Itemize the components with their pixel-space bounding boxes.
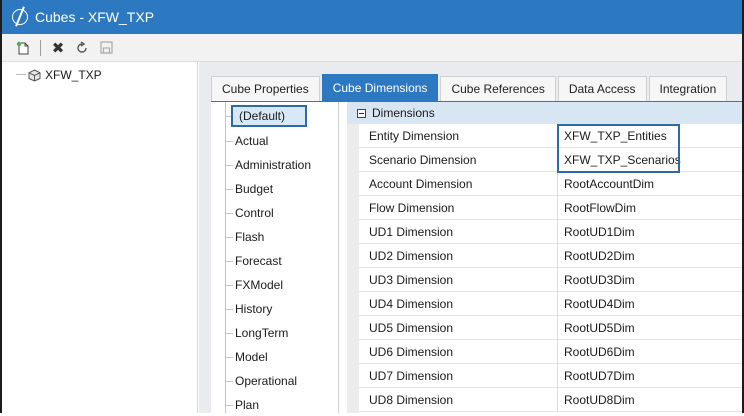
- save-icon[interactable]: [97, 39, 115, 57]
- table-row[interactable]: Flow Dimension RootFlowDim: [359, 196, 742, 220]
- dimension-value[interactable]: RootUD5Dim: [558, 316, 635, 339]
- scenario-tick: [225, 141, 233, 142]
- refresh-icon[interactable]: [73, 39, 91, 57]
- scenario-item[interactable]: History: [235, 298, 272, 320]
- main-panel: Cube Properties Cube Dimensions Cube Ref…: [199, 62, 742, 413]
- tab-data-access[interactable]: Data Access: [557, 76, 647, 101]
- scenario-item[interactable]: Budget: [235, 178, 273, 200]
- toolbar-separator: [40, 39, 41, 56]
- scenario-tick: [225, 285, 233, 286]
- dimension-name: Account Dimension: [359, 172, 558, 195]
- scenario-tick: [225, 309, 233, 310]
- tab-cube-dimensions[interactable]: Cube Dimensions: [321, 74, 439, 101]
- table-row[interactable]: UD3 Dimension RootUD3Dim: [359, 268, 742, 292]
- scenario-item[interactable]: LongTerm: [235, 322, 288, 344]
- scenario-item[interactable]: Operational: [235, 370, 297, 392]
- table-row[interactable]: Entity Dimension XFW_TXP_Entities: [359, 124, 742, 148]
- dimension-value[interactable]: RootUD1Dim: [558, 220, 635, 243]
- scenario-tick: [225, 381, 233, 382]
- dimension-value[interactable]: RootUD8Dim: [558, 388, 635, 411]
- dimension-name: Entity Dimension: [359, 124, 558, 147]
- tab-cube-references[interactable]: Cube References: [440, 76, 556, 101]
- cube-tree: XFW_TXP: [2, 62, 198, 413]
- app-logo-icon: [12, 9, 28, 25]
- table-row[interactable]: UD6 Dimension RootUD6Dim: [359, 340, 742, 364]
- scenario-item[interactable]: Administration: [235, 154, 311, 176]
- tree-node-label: XFW_TXP: [45, 68, 102, 82]
- scenario-item[interactable]: Control: [235, 202, 274, 224]
- tree-node-cube[interactable]: XFW_TXP: [28, 66, 102, 84]
- dimension-name: UD5 Dimension: [359, 316, 558, 339]
- scenario-tick: [225, 165, 233, 166]
- scenario-item[interactable]: Flash: [235, 226, 264, 248]
- dimension-value[interactable]: XFW_TXP_Entities: [558, 124, 667, 147]
- table-row[interactable]: UD1 Dimension RootUD1Dim: [359, 220, 742, 244]
- dimension-name: UD2 Dimension: [359, 244, 558, 267]
- dimension-name: UD7 Dimension: [359, 364, 558, 387]
- grid-indent-strip: [347, 124, 359, 413]
- grid-group-header[interactable]: Dimensions: [347, 102, 742, 124]
- scenario-tree-line: [225, 102, 226, 413]
- dimension-value[interactable]: RootUD6Dim: [558, 340, 635, 363]
- scenario-item[interactable]: FXModel: [235, 274, 283, 296]
- tab-content: (Default) Actual Administration Budget C…: [211, 101, 742, 413]
- dimension-name: UD8 Dimension: [359, 388, 558, 411]
- tab-cube-properties[interactable]: Cube Properties: [211, 76, 320, 101]
- cubes-window: Cubes - XFW_TXP ✖ XFW_TXP Cube Propertie…: [0, 0, 744, 413]
- table-row[interactable]: UD8 Dimension RootUD8Dim: [359, 388, 742, 412]
- dimension-value[interactable]: XFW_TXP_Scenarios: [558, 148, 681, 171]
- scenario-item[interactable]: Model: [235, 346, 268, 368]
- tab-bar: Cube Properties Cube Dimensions Cube Ref…: [211, 74, 729, 101]
- scenario-item[interactable]: Actual: [235, 130, 268, 152]
- dimension-name: Flow Dimension: [359, 196, 558, 219]
- table-row[interactable]: UD2 Dimension RootUD2Dim: [359, 244, 742, 268]
- group-label: Dimensions: [372, 106, 435, 120]
- table-row[interactable]: UD4 Dimension RootUD4Dim: [359, 292, 742, 316]
- dimension-value[interactable]: RootFlowDim: [558, 196, 636, 219]
- delete-icon[interactable]: ✖: [49, 39, 67, 57]
- dimension-value[interactable]: RootUD7Dim: [558, 364, 635, 387]
- dimension-value[interactable]: RootUD4Dim: [558, 292, 635, 315]
- dimension-name: UD1 Dimension: [359, 220, 558, 243]
- cube-icon: [28, 68, 41, 82]
- dimension-value[interactable]: RootUD3Dim: [558, 268, 635, 291]
- scenario-tick: [225, 189, 233, 190]
- scenario-item-default[interactable]: (Default): [231, 105, 307, 127]
- tree-connector: [16, 74, 26, 75]
- collapse-icon[interactable]: [357, 108, 366, 118]
- dimension-name: Scenario Dimension: [359, 148, 558, 171]
- title-bar: Cubes - XFW_TXP: [2, 0, 742, 34]
- scenario-item[interactable]: Forecast: [235, 250, 282, 272]
- scenario-tick: [225, 405, 233, 406]
- scenario-tick: [225, 237, 233, 238]
- new-icon[interactable]: [14, 39, 32, 57]
- scenario-tick: [225, 213, 233, 214]
- toolbar: ✖: [2, 34, 742, 62]
- scenario-tick: [225, 333, 233, 334]
- scenario-list: (Default) Actual Administration Budget C…: [211, 102, 339, 413]
- dimension-value[interactable]: RootAccountDim: [558, 172, 654, 195]
- table-row[interactable]: UD7 Dimension RootUD7Dim: [359, 364, 742, 388]
- dimension-name: UD6 Dimension: [359, 340, 558, 363]
- dimension-value[interactable]: RootUD2Dim: [558, 244, 635, 267]
- dimension-name: UD3 Dimension: [359, 268, 558, 291]
- window-title: Cubes - XFW_TXP: [35, 9, 155, 25]
- scenario-tick: [225, 261, 233, 262]
- table-row[interactable]: Scenario Dimension XFW_TXP_Scenarios: [359, 148, 742, 172]
- dimension-name: UD4 Dimension: [359, 292, 558, 315]
- table-row[interactable]: UD5 Dimension RootUD5Dim: [359, 316, 742, 340]
- dimension-grid: Dimensions Entity Dimension XFW_TXP_Enti…: [347, 102, 742, 413]
- tab-integration[interactable]: Integration: [648, 76, 728, 101]
- table-row[interactable]: Account Dimension RootAccountDim: [359, 172, 742, 196]
- scenario-tick: [225, 357, 233, 358]
